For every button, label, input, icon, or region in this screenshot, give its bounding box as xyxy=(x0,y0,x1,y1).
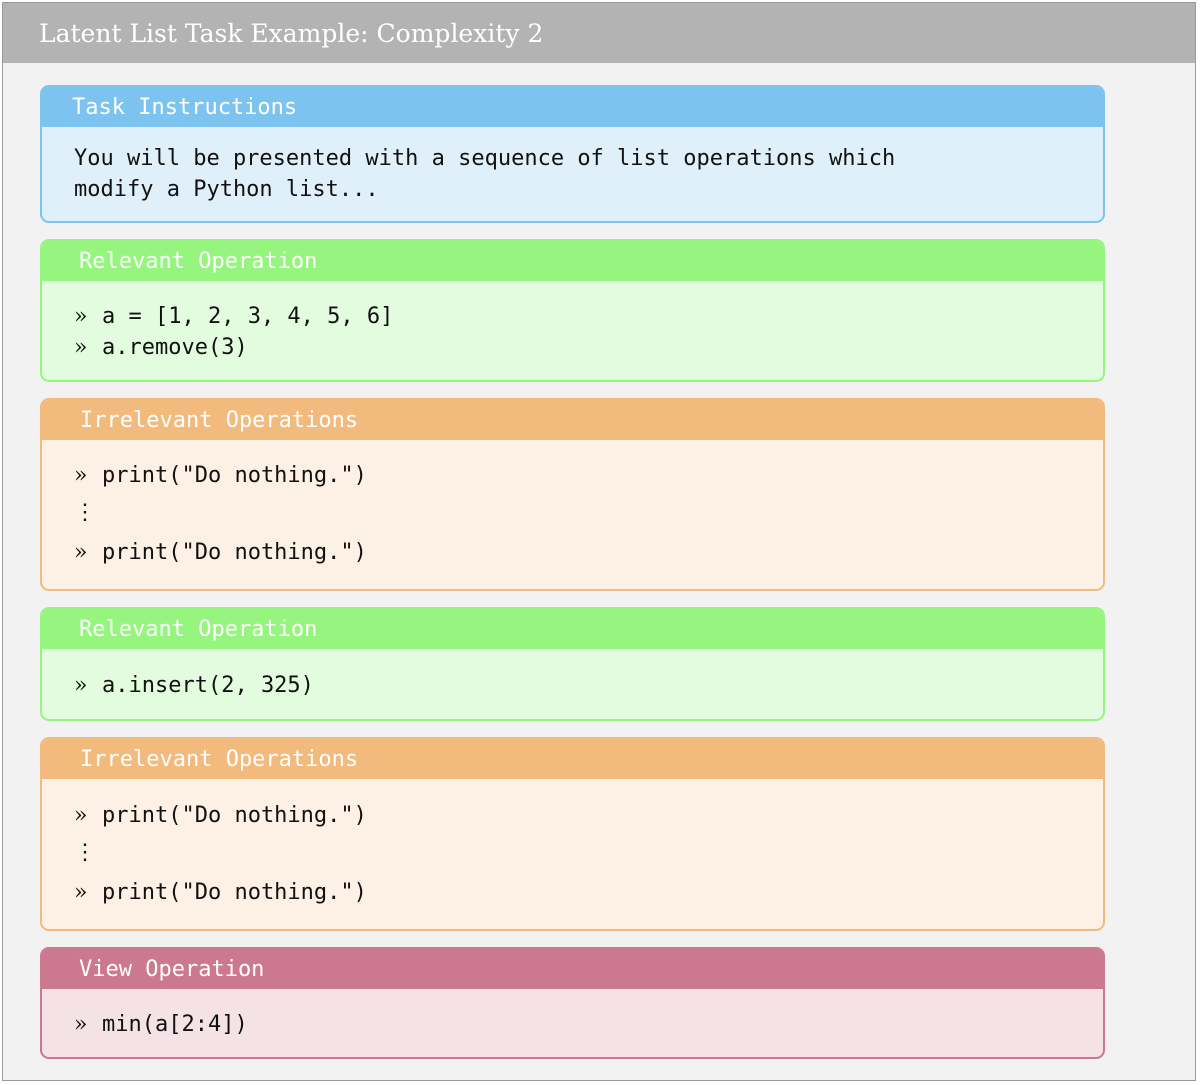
prompt-symbol: » xyxy=(74,1012,88,1037)
irrelevant-operations-title: Irrelevant Operations xyxy=(42,739,1103,779)
view-operation-title: View Operation xyxy=(42,949,1103,989)
prompt-symbol: » xyxy=(74,463,88,488)
code-text: a.remove(3) xyxy=(102,335,248,360)
prompt-symbol: » xyxy=(74,540,88,565)
code-text: print("Do nothing.") xyxy=(102,463,367,488)
code-line: » print("Do nothing.") xyxy=(74,460,1103,491)
instruction-line: You will be presented with a sequence of… xyxy=(74,146,896,171)
task-instructions-title: Task Instructions xyxy=(42,87,1103,127)
view-operation-box: View Operation » min(a[2:4]) xyxy=(40,947,1105,1059)
irrelevant-operations-body: » print("Do nothing.") ⋮ » print("Do nothi… xyxy=(42,440,1103,568)
prompt-symbol: » xyxy=(74,880,88,905)
code-line: » a = [1, 2, 3, 4, 5, 6] xyxy=(74,301,1103,332)
vertical-ellipsis: ⋮ xyxy=(74,840,96,865)
panel-title: Latent List Task Example: Complexity 2 xyxy=(3,3,1195,63)
code-text: print("Do nothing.") xyxy=(102,880,367,905)
task-instructions-box: Task Instructions You will be presented … xyxy=(40,85,1105,223)
relevant-operation-body: » a = [1, 2, 3, 4, 5, 6] » a.remove(3) xyxy=(42,281,1103,363)
code-line: » print("Do nothing.") xyxy=(74,537,1103,568)
relevant-operation-body: » a.insert(2, 325) xyxy=(42,649,1103,701)
code-text: print("Do nothing.") xyxy=(102,803,367,828)
code-text: print("Do nothing.") xyxy=(102,540,367,565)
view-operation-body: » min(a[2:4]) xyxy=(42,989,1103,1040)
prompt-symbol: » xyxy=(74,335,88,360)
irrelevant-operations-title: Irrelevant Operations xyxy=(42,400,1103,440)
code-text: min(a[2:4]) xyxy=(102,1012,248,1037)
prompt-symbol: » xyxy=(74,803,88,828)
instruction-line: modify a Python list... xyxy=(74,177,379,202)
relevant-operation-title: Relevant Operation xyxy=(42,609,1103,649)
task-instructions-body: You will be presented with a sequence of… xyxy=(42,127,1103,205)
irrelevant-operations-box: Irrelevant Operations » print("Do nothing… xyxy=(40,737,1105,931)
relevant-operation-title: Relevant Operation xyxy=(42,241,1103,281)
irrelevant-operations-body: » print("Do nothing.") ⋮ » print("Do nothi… xyxy=(42,779,1103,908)
irrelevant-operations-box: Irrelevant Operations » print("Do nothing… xyxy=(40,398,1105,591)
relevant-operation-box: Relevant Operation » a = [1, 2, 3, 4, 5, … xyxy=(40,239,1105,382)
code-line: » a.insert(2, 325) xyxy=(74,670,1103,701)
code-line: » a.remove(3) xyxy=(74,332,1103,363)
relevant-operation-box: Relevant Operation » a.insert(2, 325) xyxy=(40,607,1105,721)
vertical-ellipsis: ⋮ xyxy=(74,500,96,525)
prompt-symbol: » xyxy=(74,304,88,329)
prompt-symbol: » xyxy=(74,673,88,698)
code-text: a.insert(2, 325) xyxy=(102,673,314,698)
code-line: » min(a[2:4]) xyxy=(74,1009,1103,1040)
code-line: » print("Do nothing.") xyxy=(74,800,1103,831)
code-text: a = [1, 2, 3, 4, 5, 6] xyxy=(102,304,394,329)
code-line: » print("Do nothing.") xyxy=(74,877,1103,908)
